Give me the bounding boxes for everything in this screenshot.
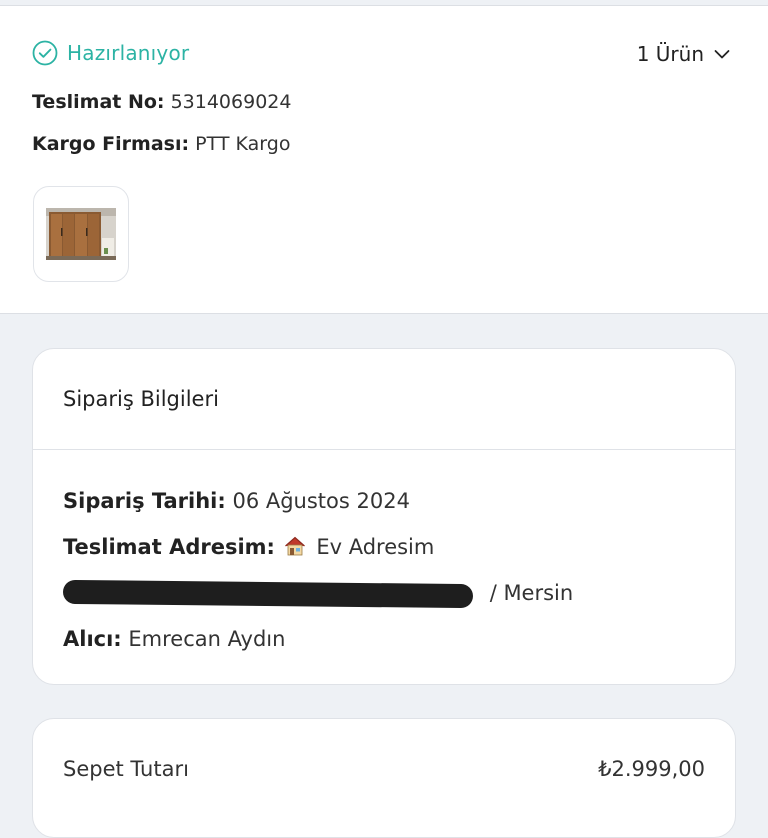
wardrobe-product-image <box>46 208 116 260</box>
tracking-value: 5314069024 <box>170 91 292 113</box>
product-thumbnail[interactable] <box>33 186 129 282</box>
status-row: Hazırlanıyor <box>32 40 189 66</box>
carrier: Kargo Firması: PTT Kargo <box>32 133 290 155</box>
address-detail: / Mersin <box>62 575 574 621</box>
order-date-value: 06 Ağustos 2024 <box>232 489 410 513</box>
recipient-label: Alıcı: <box>63 627 122 651</box>
order-date: Sipariş Tarihi: 06 Ağustos 2024 <box>63 483 573 529</box>
redacted-address <box>62 579 474 609</box>
recipient-value: Emrecan Aydın <box>128 627 286 651</box>
delivery-address-label: Teslimat Adresim: <box>63 535 275 559</box>
carrier-value: PTT Kargo <box>195 133 291 155</box>
items-count-label: 1 Ürün <box>636 42 704 66</box>
order-date-label: Sipariş Tarihi: <box>63 489 226 513</box>
order-info-body: Sipariş Tarihi: 06 Ağustos 2024 Teslimat… <box>62 483 574 667</box>
house-icon <box>284 536 305 556</box>
order-info-title: Sipariş Bilgileri <box>63 387 219 411</box>
address-city: / Mersin <box>489 581 574 605</box>
recipient: Alıcı: Emrecan Aydın <box>63 621 573 667</box>
cart-total-value: ₺2.999,00 <box>598 757 705 781</box>
carrier-label: Kargo Firması: <box>32 133 190 155</box>
tracking-label: Teslimat No: <box>32 91 165 113</box>
delivery-address-name: Ev Adresim <box>316 535 435 559</box>
items-toggle-button[interactable]: 1 Ürün <box>637 42 732 66</box>
price-summary-card: Sepet Tutarı ₺2.999,00 <box>32 718 736 838</box>
order-info-header: Sipariş Bilgileri <box>33 349 735 450</box>
chevron-down-icon <box>714 50 730 59</box>
check-circle-icon <box>32 40 58 66</box>
order-info-card: Sipariş Bilgileri Sipariş Tarihi: 06 Ağu… <box>32 348 736 685</box>
status-text: Hazırlanıyor <box>67 41 190 65</box>
cart-total-label: Sepet Tutarı <box>63 757 189 781</box>
tracking-number: Teslimat No: 5314069024 <box>32 91 291 113</box>
shipment-card: Hazırlanıyor 1 Ürün Teslimat No: 5314069… <box>0 6 768 314</box>
delivery-address: Teslimat Adresim: Ev Adresim <box>63 529 573 575</box>
